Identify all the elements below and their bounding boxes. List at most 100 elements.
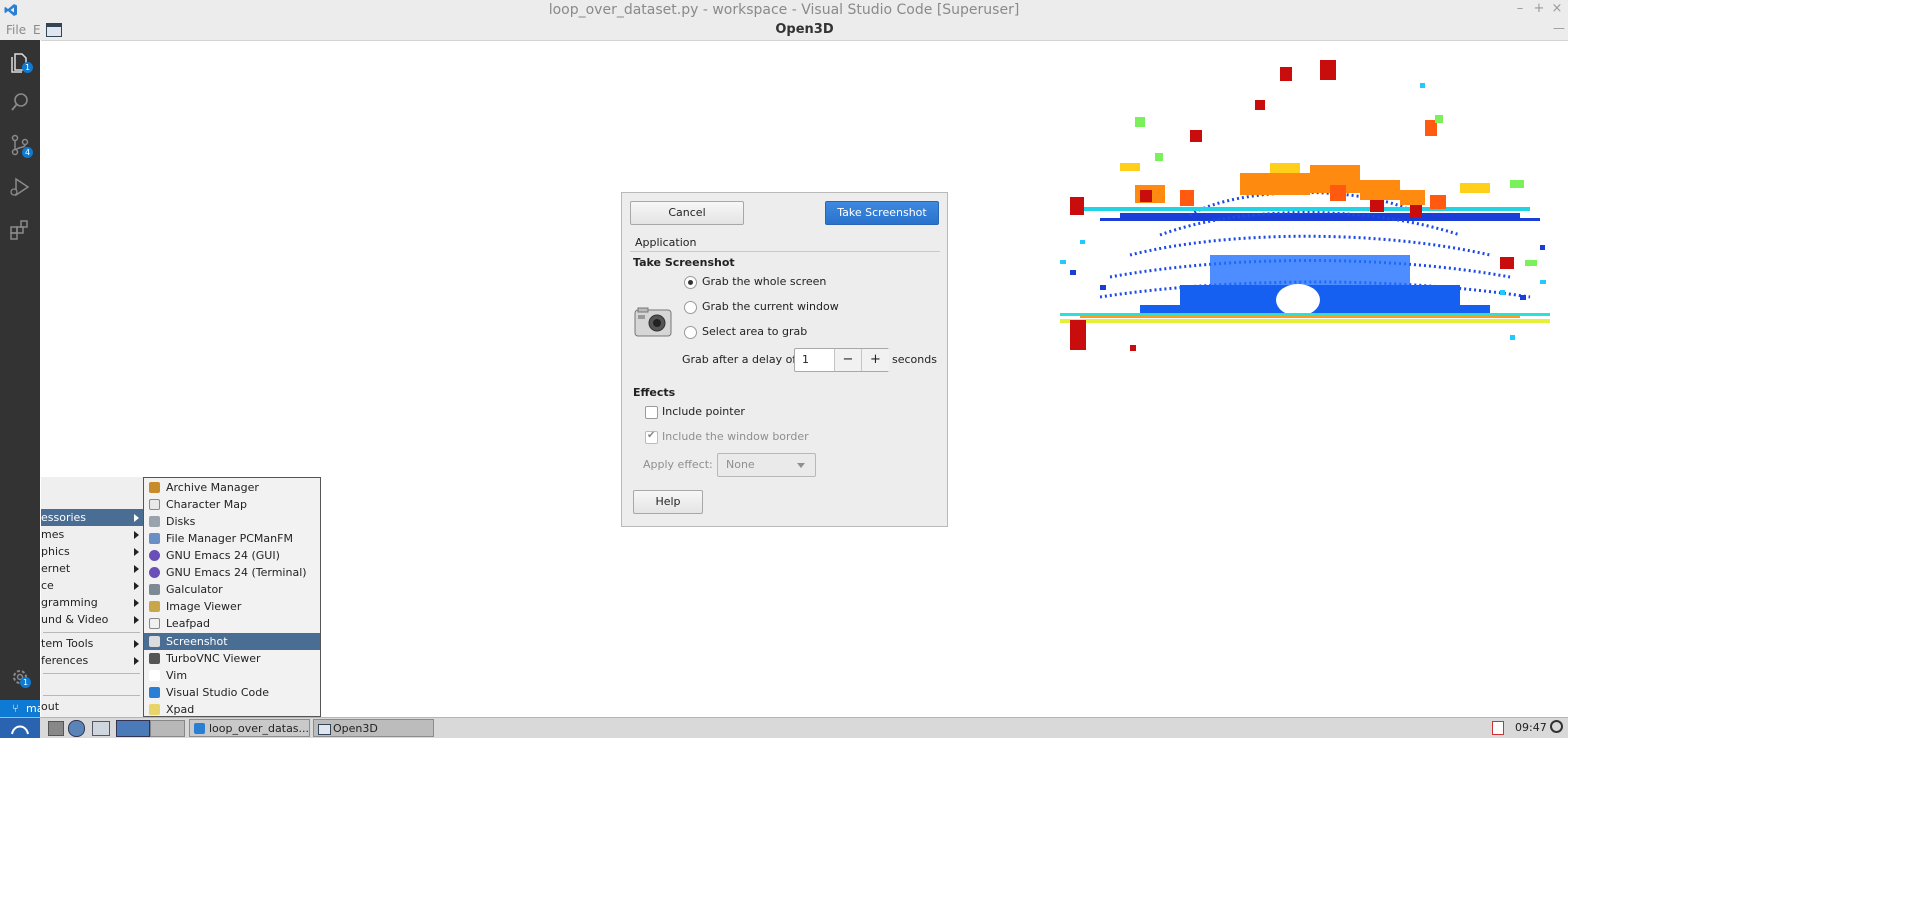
menu-item-label: gramming — [41, 596, 98, 609]
arrow-right-icon — [134, 616, 139, 624]
delay-spinner[interactable]: 1 − + — [794, 348, 889, 372]
browser-launcher-icon[interactable] — [68, 720, 85, 737]
take-screenshot-button[interactable]: Take Screenshot — [825, 201, 939, 225]
file-manager-icon — [149, 533, 160, 544]
menu-item-accessories[interactable]: essories — [41, 509, 144, 526]
delay-label: Grab after a delay of — [682, 353, 797, 366]
include-pointer-label[interactable]: Include pointer — [662, 405, 745, 418]
menu-item-label: ernet — [41, 562, 71, 575]
start-menu-button[interactable] — [0, 718, 40, 738]
radio-current-window[interactable] — [684, 301, 697, 314]
workspace-1-button[interactable] — [116, 720, 150, 737]
menu-item-system-tools[interactable]: tem Tools — [41, 635, 144, 652]
radio-select-area[interactable] — [684, 326, 697, 339]
window-icon — [318, 724, 331, 735]
menu-item-games[interactable]: mes — [41, 526, 144, 543]
xpad-icon — [149, 704, 160, 715]
section-take-screenshot: Take Screenshot — [633, 256, 735, 269]
open3d-close-button[interactable]: — — [1553, 21, 1565, 35]
menu-file[interactable]: File — [6, 23, 26, 37]
submenu-item-leafpad[interactable]: Leafpad — [144, 615, 320, 632]
menu-separator — [43, 695, 140, 696]
radio-select-area-label[interactable]: Select area to grab — [702, 325, 807, 338]
vscode-icon — [149, 687, 160, 698]
vscode-close-button[interactable]: × — [1548, 1, 1566, 16]
clock[interactable]: 09:47 — [1515, 721, 1547, 734]
section-effects: Effects — [633, 386, 676, 399]
help-button[interactable]: Help — [633, 490, 703, 514]
character-map-icon — [149, 499, 160, 510]
file-manager-launcher-icon[interactable] — [48, 721, 64, 736]
menu-item-office[interactable]: ce — [41, 577, 144, 594]
leafpad-icon — [149, 618, 160, 629]
image-viewer-icon — [149, 601, 160, 612]
vscode-logo-icon — [4, 4, 17, 16]
application-tab[interactable]: Application — [635, 236, 696, 249]
submenu-item-image-viewer[interactable]: Image Viewer — [144, 598, 320, 615]
include-border-label[interactable]: Include the window border — [662, 430, 809, 443]
arrow-right-icon — [134, 582, 139, 590]
run-debug-icon[interactable] — [8, 175, 32, 199]
submenu-item-archive-manager[interactable]: Archive Manager — [144, 479, 320, 496]
emacs-icon — [149, 567, 160, 578]
apply-effect-value: None — [726, 458, 755, 471]
taskbar: loop_over_datas... Open3D 09:47 — [0, 717, 1568, 738]
delay-increment-button[interactable]: + — [861, 349, 889, 371]
delay-value[interactable]: 1 — [802, 353, 809, 366]
submenu-item-screenshot[interactable]: Screenshot — [144, 633, 320, 650]
vscode-maximize-button[interactable]: + — [1530, 1, 1548, 16]
scm-badge: 4 — [22, 147, 33, 158]
submenu-item-galculator[interactable]: Galculator — [144, 581, 320, 598]
menu-item-label: ce — [41, 579, 54, 592]
activity-bar: 1 4 1 — [0, 40, 40, 717]
submenu-item-vim[interactable]: Vim — [144, 667, 320, 684]
submenu-item-vscode[interactable]: Visual Studio Code — [144, 684, 320, 701]
include-pointer-checkbox[interactable] — [645, 406, 658, 419]
menu-item-label: tem Tools — [41, 637, 94, 650]
vscode-window-title: loop_over_dataset.py - workspace - Visua… — [548, 2, 1020, 18]
submenu-item-xpad[interactable]: Xpad — [144, 701, 320, 718]
cancel-button[interactable]: Cancel — [630, 201, 744, 225]
open3d-window-title: Open3D — [775, 22, 834, 37]
task-open3d[interactable]: Open3D — [313, 719, 434, 737]
submenu-item-disks[interactable]: Disks — [144, 513, 320, 530]
menu-separator — [43, 632, 140, 633]
menu-edit[interactable]: E — [33, 23, 41, 37]
radio-whole-screen[interactable] — [684, 276, 697, 289]
search-icon[interactable] — [8, 90, 32, 114]
menu-item-internet[interactable]: ernet — [41, 560, 144, 577]
delay-decrement-button[interactable]: − — [834, 349, 861, 371]
arrow-right-icon — [134, 565, 139, 573]
radio-whole-screen-label[interactable]: Grab the whole screen — [702, 275, 826, 288]
submenu-item-file-manager[interactable]: File Manager PCManFM — [144, 530, 320, 547]
menu-item-sound-video[interactable]: und & Video — [41, 611, 144, 628]
submenu-item-emacs-terminal[interactable]: GNU Emacs 24 (Terminal) — [144, 564, 320, 581]
menu-item-preferences[interactable]: ferences — [41, 652, 144, 669]
include-border-checkbox[interactable]: ✔ — [645, 430, 658, 444]
arrow-right-icon — [134, 657, 139, 665]
menu-item-label: ferences — [41, 654, 89, 667]
menu-item-logout[interactable]: out — [41, 698, 144, 715]
delay-unit: seconds — [892, 353, 937, 366]
submenu-item-character-map[interactable]: Character Map — [144, 496, 320, 513]
apply-effect-select[interactable]: None — [717, 453, 816, 477]
radio-current-window-label[interactable]: Grab the current window — [702, 300, 839, 313]
menu-item-graphics[interactable]: phics — [41, 543, 144, 560]
explorer-badge: 1 — [22, 62, 33, 73]
branch-icon: ⑂ — [12, 702, 19, 715]
turbovnc-icon — [149, 653, 160, 664]
point-cloud-view[interactable] — [1040, 45, 1565, 365]
screenshot-dialog: Cancel Take Screenshot Application Take … — [621, 192, 948, 527]
task-vscode[interactable]: loop_over_datas... — [189, 719, 310, 737]
power-icon[interactable] — [1550, 720, 1563, 733]
submenu-item-turbovnc[interactable]: TurboVNC Viewer — [144, 650, 320, 667]
show-desktop-icon[interactable] — [92, 721, 110, 736]
vscode-icon — [194, 723, 205, 734]
apply-effect-label: Apply effect: — [643, 458, 713, 471]
notification-icon[interactable] — [1492, 721, 1504, 735]
vscode-minimize-button[interactable]: – — [1511, 1, 1529, 16]
extensions-icon[interactable] — [8, 218, 32, 242]
workspace-2-button[interactable] — [150, 720, 185, 737]
menu-item-programming[interactable]: gramming — [41, 594, 144, 611]
submenu-item-emacs-gui[interactable]: GNU Emacs 24 (GUI) — [144, 547, 320, 564]
